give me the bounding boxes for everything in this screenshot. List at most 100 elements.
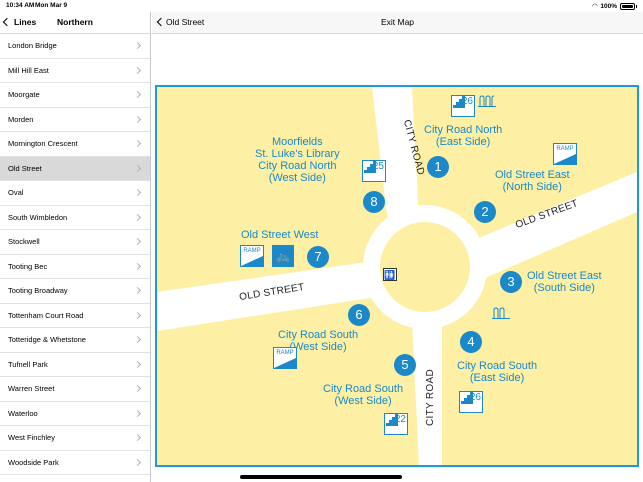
stairs-icon: 25 — [362, 160, 386, 182]
exit-7-label: Old Street West — [241, 229, 319, 241]
stairs-icon: 26 — [459, 391, 483, 413]
station-item[interactable]: Stockwell — [0, 230, 150, 255]
chevron-right-icon — [133, 213, 142, 221]
station-label: Mornington Crescent — [8, 139, 78, 148]
station-label: Old Street — [8, 163, 42, 173]
station-label: West Finchley — [8, 433, 55, 442]
chevron-right-icon — [133, 286, 142, 295]
station-item[interactable]: Oval — [0, 181, 150, 206]
main-nav-bar: Exit Map Old Street — [152, 12, 643, 34]
escalator-icon — [492, 307, 510, 319]
station-item[interactable]: London Bridge — [0, 34, 150, 59]
station-item[interactable]: Moorgate — [0, 83, 150, 108]
ramp-icon: RAMP — [553, 143, 577, 165]
road-label-city-road-south: CITY ROAD — [424, 369, 436, 426]
chevron-right-icon — [133, 237, 142, 246]
chevron-right-icon — [133, 90, 142, 99]
station-label: London Bridge — [8, 41, 57, 50]
station-item[interactable]: Morden — [0, 108, 150, 132]
old-street-back-label: Old Street — [166, 17, 205, 27]
exit-5-label: City Road South (West Side) — [323, 383, 404, 407]
station-item[interactable]: Warren Street — [0, 377, 150, 402]
station-label: Totteridge & Whetstone — [8, 335, 86, 344]
bicycle-icon: 🚲 — [272, 245, 294, 267]
station-item[interactable]: Mill Hill East — [0, 59, 150, 83]
station-list: London Bridge Mill Hill East Moorgate Morde… — [0, 34, 150, 475]
chevron-right-icon — [133, 384, 142, 393]
station-label: Tooting Bec — [8, 261, 48, 271]
exit-4-label: City Road South (East Side) — [457, 360, 538, 384]
station-item[interactable]: Old Street — [0, 156, 150, 181]
page-title: Exit Map — [380, 17, 415, 27]
exit-3-label: Old Street East (South Side) — [527, 270, 602, 294]
home-indicator[interactable] — [240, 475, 402, 479]
station-label: Warren Street — [8, 384, 55, 393]
exit-5-marker[interactable]: 5 — [394, 354, 416, 376]
old-street-back-button[interactable]: Old Street — [156, 17, 205, 27]
chevron-right-icon — [133, 311, 142, 319]
station-label: Moorgate — [8, 90, 40, 99]
exit-6-marker[interactable]: 6 — [348, 304, 370, 326]
station-item[interactable]: Woodside Park — [0, 451, 150, 475]
escalator-icon — [478, 95, 496, 107]
station-label: Woodside Park — [8, 457, 59, 467]
stairs-icon: 26 — [451, 95, 475, 117]
exit-8-label: Moorfields St. Luke's Library City Road No… — [255, 136, 340, 184]
chevron-right-icon — [133, 262, 142, 270]
toilet-icon: 🚻 — [383, 268, 397, 281]
exit-8-marker[interactable]: 8 — [363, 191, 385, 213]
exit-map: CITY ROAD CITY ROAD OLD STREET OLD STREE… — [155, 85, 639, 467]
chevron-right-icon — [133, 41, 142, 50]
ramp-icon: RAMP — [273, 347, 297, 369]
ramp-icon: RAMP — [240, 245, 264, 267]
station-item[interactable]: Mornington Crescent — [0, 132, 150, 157]
exit-2-marker[interactable]: 2 — [474, 201, 496, 223]
stairs-icon: 22 — [384, 413, 408, 435]
status-date: Mon Mar 9 — [35, 2, 68, 9]
sidebar-nav-bar: Northern Lines — [0, 12, 150, 34]
chevron-right-icon — [133, 164, 142, 172]
exit-3-marker[interactable]: 3 — [500, 271, 522, 293]
station-item[interactable]: Tooting Broadway — [0, 279, 150, 304]
sidebar: Northern Lines London Bridge Mill Hill Ea… — [0, 12, 151, 482]
station-label: Tottenham Court Road — [8, 310, 84, 320]
status-time: 10:34 AM — [6, 2, 35, 9]
lines-back-button[interactable]: Lines — [2, 17, 37, 27]
chevron-right-icon — [133, 409, 142, 417]
station-item[interactable]: West Finchley — [0, 426, 150, 451]
chevron-right-icon — [133, 139, 142, 148]
station-label: Mill Hill East — [8, 65, 49, 75]
chevron-right-icon — [133, 115, 142, 123]
exit-2-label: Old Street East (North Side) — [495, 169, 570, 193]
chevron-left-icon — [2, 17, 12, 27]
status-right: ◠ 100% — [592, 2, 637, 10]
chevron-right-icon — [133, 433, 142, 442]
exit-1-label: City Road North (East Side) — [424, 124, 503, 148]
station-item[interactable]: Tufnell Park — [0, 353, 150, 377]
status-bar: 10:34 AM Mon Mar 9 ◠ 100% — [0, 0, 643, 12]
station-item[interactable]: Tottenham Court Road — [0, 304, 150, 328]
chevron-right-icon — [133, 188, 142, 197]
station-label: Tufnell Park — [8, 359, 48, 369]
station-label: Stockwell — [8, 237, 40, 246]
station-label: South Wimbledon — [8, 212, 68, 222]
station-label: Tooting Broadway — [8, 286, 68, 295]
chevron-left-icon — [156, 17, 166, 27]
exit-1-marker[interactable]: 1 — [427, 156, 449, 178]
station-label: Morden — [8, 114, 34, 124]
station-item[interactable]: Waterloo — [0, 402, 150, 426]
lines-back-label: Lines — [14, 17, 37, 27]
wifi-icon: ◠ — [592, 3, 598, 10]
chevron-right-icon — [133, 66, 142, 74]
station-label: Waterloo — [8, 408, 38, 418]
exit-7-marker[interactable]: 7 — [307, 246, 329, 268]
chevron-right-icon — [133, 360, 142, 368]
station-item[interactable]: Tooting Bec — [0, 255, 150, 279]
battery-icon — [620, 2, 635, 10]
station-item[interactable]: Totteridge & Whetstone — [0, 328, 150, 353]
exit-4-marker[interactable]: 4 — [460, 331, 482, 353]
station-label: Oval — [8, 188, 24, 197]
battery-percent: 100% — [600, 2, 617, 10]
station-item[interactable]: South Wimbledon — [0, 206, 150, 230]
chevron-right-icon — [133, 335, 142, 344]
